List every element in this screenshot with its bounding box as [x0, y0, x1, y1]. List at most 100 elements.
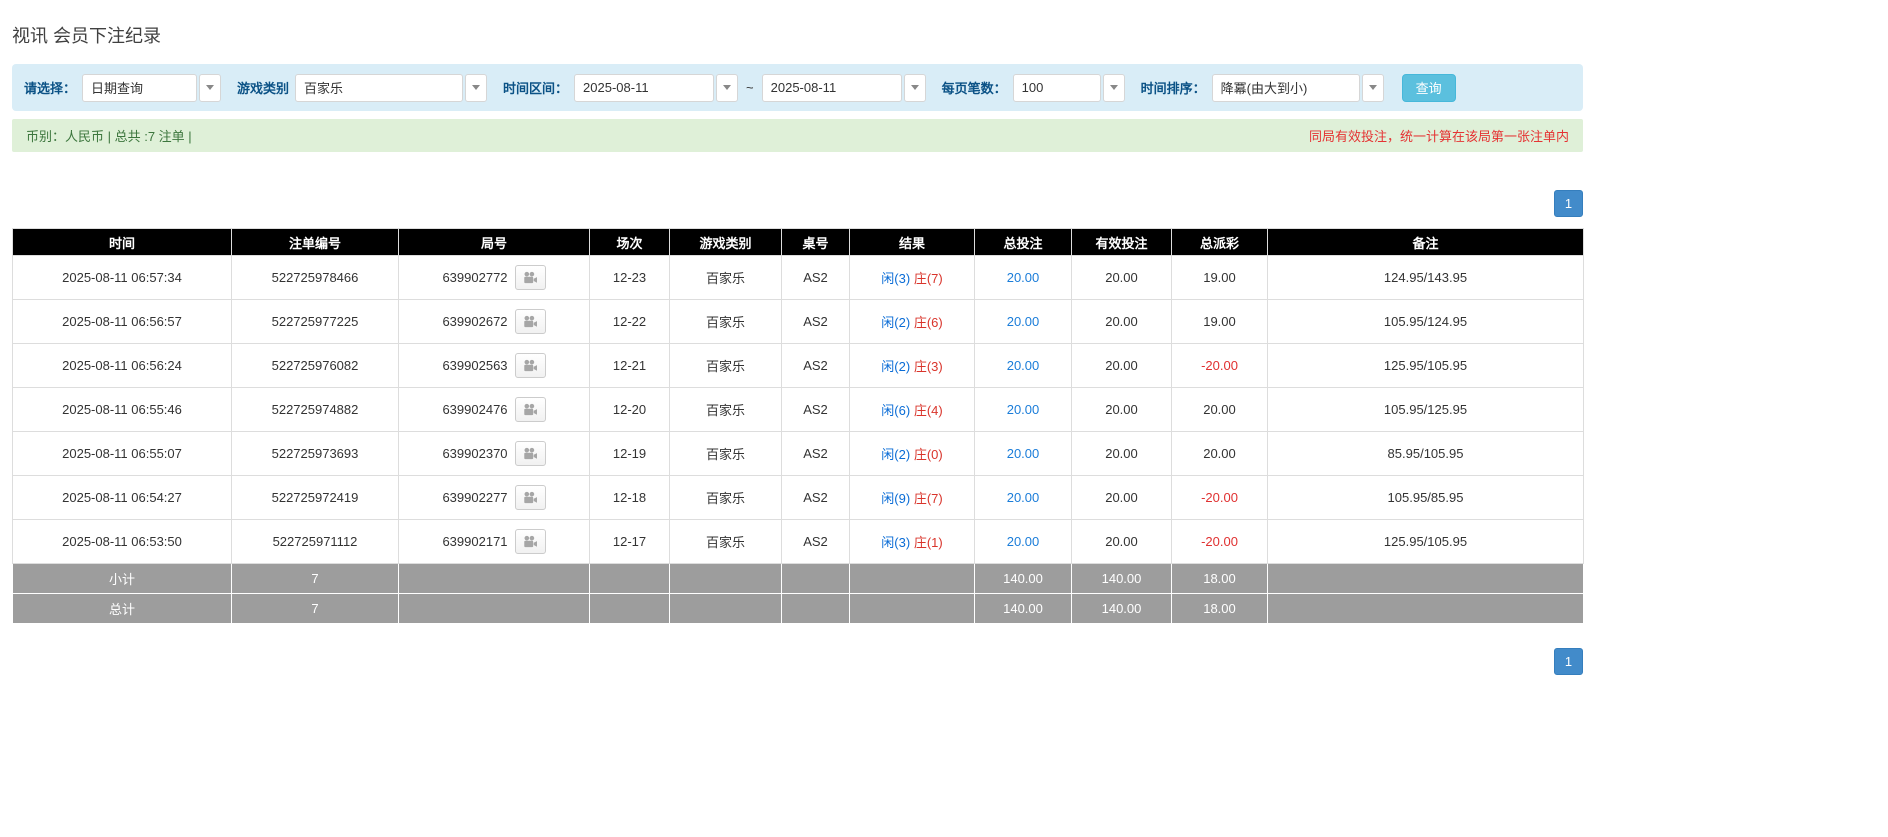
player-result: 闲(3): [881, 535, 910, 550]
valid-bet-cell: 20.00: [1072, 256, 1172, 300]
round-number: 639902370: [442, 446, 507, 461]
total-payout: 18.00: [1172, 594, 1268, 624]
round-number: 639902171: [442, 534, 507, 549]
player-result: 闲(2): [881, 447, 910, 462]
video-replay-button[interactable]: [515, 353, 546, 378]
table-row: 2025-08-11 06:55:46522725974882639902476…: [13, 388, 1584, 432]
footer-empty-cell: [399, 564, 590, 594]
header-result: 结果: [850, 229, 975, 256]
round-cell: 639902370: [399, 432, 590, 476]
game-type-cell: 百家乐: [670, 256, 782, 300]
result-cell: 闲(3) 庄(7): [850, 256, 975, 300]
page-button[interactable]: 1: [1554, 648, 1583, 675]
total-bet-cell: 20.00: [975, 256, 1072, 300]
total-count: 7: [232, 594, 399, 624]
header-game-type: 游戏类别: [670, 229, 782, 256]
query-type-dropdown-button[interactable]: [199, 74, 221, 102]
header-bet-id: 注单编号: [232, 229, 399, 256]
pagination-bottom: 1: [12, 648, 1583, 675]
date-to-combo: [762, 74, 926, 102]
subtotal-total-bet: 140.00: [975, 564, 1072, 594]
caret-down-icon: [472, 85, 480, 90]
time-cell: 2025-08-11 06:56:24: [13, 344, 232, 388]
banker-result: 庄(1): [914, 535, 943, 550]
round-number: 639902772: [442, 270, 507, 285]
page-size-combo: [1013, 74, 1125, 102]
total-bet-link[interactable]: 20.00: [1007, 534, 1040, 549]
game-type-dropdown-button[interactable]: [465, 74, 487, 102]
date-from-dropdown-button[interactable]: [716, 74, 738, 102]
table-row: 2025-08-11 06:57:34522725978466639902772…: [13, 256, 1584, 300]
total-label: 总计: [13, 594, 232, 624]
query-type-label: 请选择：: [24, 78, 76, 97]
round-cell: 639902171: [399, 520, 590, 564]
footer-empty-cell: [670, 564, 782, 594]
game-type-cell: 百家乐: [670, 388, 782, 432]
date-to-input[interactable]: [762, 74, 902, 102]
note-cell: 105.95/85.95: [1268, 476, 1584, 520]
date-to-dropdown-button[interactable]: [904, 74, 926, 102]
video-replay-button[interactable]: [515, 529, 546, 554]
page-size-input[interactable]: [1013, 74, 1101, 102]
round-cell: 639902476: [399, 388, 590, 432]
round-number: 639902277: [442, 490, 507, 505]
page-size-label: 每页笔数：: [942, 78, 1007, 97]
total-bet-cell: 20.00: [975, 476, 1072, 520]
game-type-input[interactable]: [295, 74, 463, 102]
video-camera-icon: [522, 359, 538, 373]
table-no-cell: AS2: [782, 300, 850, 344]
page: 视讯 会员下注纪录 请选择： 游戏类别 时间区间： ~ 每页笔数：: [0, 0, 1888, 837]
page-button[interactable]: 1: [1554, 190, 1583, 217]
footer-empty-cell: [670, 594, 782, 624]
subtotal-count: 7: [232, 564, 399, 594]
table-no-cell: AS2: [782, 520, 850, 564]
date-from-input[interactable]: [574, 74, 714, 102]
session-cell: 12-22: [590, 300, 670, 344]
round-cell: 639902772: [399, 256, 590, 300]
filter-bar: 请选择： 游戏类别 时间区间： ~ 每页笔数：: [12, 64, 1583, 111]
search-button[interactable]: 查询: [1402, 74, 1456, 102]
note-cell: 125.95/105.95: [1268, 344, 1584, 388]
video-replay-button[interactable]: [515, 309, 546, 334]
table-header: 时间 注单编号 局号 场次 游戏类别 桌号 结果 总投注 有效投注 总派彩 备注: [13, 229, 1584, 256]
video-replay-button[interactable]: [515, 441, 546, 466]
table-row: 2025-08-11 06:55:07522725973693639902370…: [13, 432, 1584, 476]
footer-empty-cell: [1268, 594, 1584, 624]
sort-order-input[interactable]: [1212, 74, 1360, 102]
total-bet-link[interactable]: 20.00: [1007, 490, 1040, 505]
round-cell: 639902563: [399, 344, 590, 388]
content: 视讯 会员下注纪录 请选择： 游戏类别 时间区间： ~ 每页笔数：: [12, 0, 1583, 675]
footer-empty-cell: [590, 594, 670, 624]
video-replay-button[interactable]: [515, 397, 546, 422]
game-type-cell: 百家乐: [670, 300, 782, 344]
table-no-cell: AS2: [782, 476, 850, 520]
header-valid-bet: 有效投注: [1072, 229, 1172, 256]
video-replay-button[interactable]: [515, 485, 546, 510]
sort-order-dropdown-button[interactable]: [1362, 74, 1384, 102]
date-from-combo: [574, 74, 738, 102]
header-note: 备注: [1268, 229, 1584, 256]
video-camera-icon: [522, 403, 538, 417]
video-camera-icon: [522, 491, 538, 505]
result-cell: 闲(2) 庄(3): [850, 344, 975, 388]
total-bet-link[interactable]: 20.00: [1007, 314, 1040, 329]
subtotal-payout: 18.00: [1172, 564, 1268, 594]
table-row: 2025-08-11 06:53:50522725971112639902171…: [13, 520, 1584, 564]
total-bet-link[interactable]: 20.00: [1007, 446, 1040, 461]
header-payout: 总派彩: [1172, 229, 1268, 256]
page-title: 视讯 会员下注纪录: [12, 0, 1583, 64]
total-bet-link[interactable]: 20.00: [1007, 358, 1040, 373]
video-replay-button[interactable]: [515, 265, 546, 290]
query-type-input[interactable]: [82, 74, 197, 102]
time-cell: 2025-08-11 06:56:57: [13, 300, 232, 344]
total-bet-link[interactable]: 20.00: [1007, 270, 1040, 285]
page-size-dropdown-button[interactable]: [1103, 74, 1125, 102]
total-bet-link[interactable]: 20.00: [1007, 402, 1040, 417]
bet-id-cell: 522725973693: [232, 432, 399, 476]
time-cell: 2025-08-11 06:57:34: [13, 256, 232, 300]
currency-summary: 币别：人民币 | 总共 :7 注单 |: [26, 126, 192, 145]
game-type-cell: 百家乐: [670, 344, 782, 388]
header-row: 时间 注单编号 局号 场次 游戏类别 桌号 结果 总投注 有效投注 总派彩 备注: [13, 229, 1584, 256]
payout-cell: 20.00: [1172, 432, 1268, 476]
game-type-cell: 百家乐: [670, 432, 782, 476]
